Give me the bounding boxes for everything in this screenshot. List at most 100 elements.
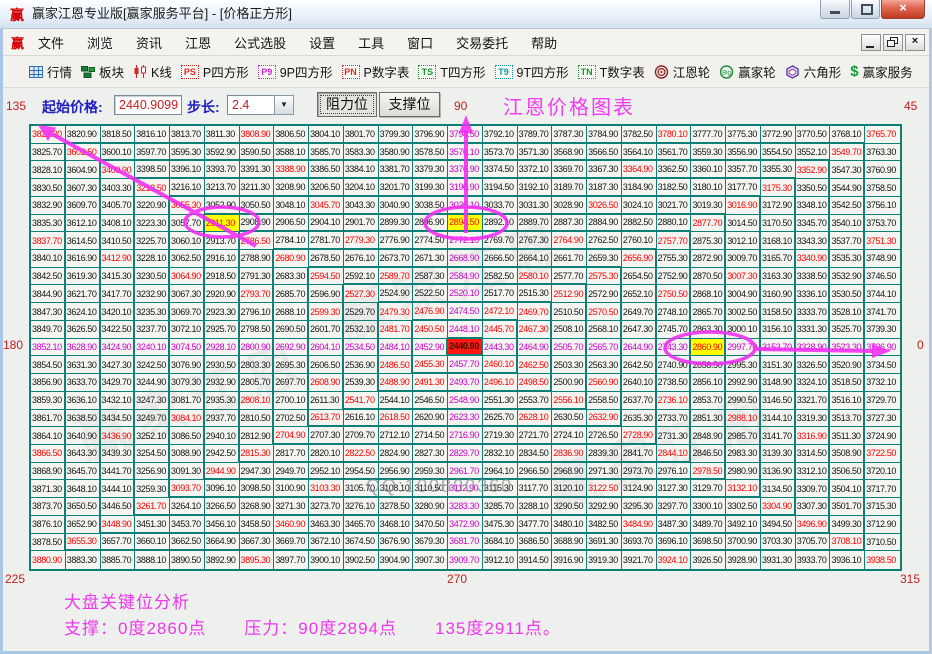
step-combobox[interactable]: 2.4 ▼ [227,95,294,115]
grid-cell: 3192.10 [518,179,553,197]
grid-cell: 3000.10 [726,321,761,339]
start-price-input[interactable]: 2440.9099 [114,95,182,115]
toolbar-item-9p-square[interactable]: P99P四方形 [258,62,333,81]
menu-item-file[interactable]: 文件 [38,33,64,52]
toolbar-item-sectors[interactable]: 板块 [81,62,124,81]
support-button[interactable]: 支撑位 [379,92,440,117]
grid-cell: 3072.10 [170,321,205,339]
grid-cell: 3153.70 [761,339,796,357]
grid-cell: 3427.30 [101,356,136,374]
toolbar-item-p-number-table[interactable]: PNP数字表 [342,62,410,81]
toolbar: 行情板块 K线 PSP四方形 P99P四方形 PNP数字表 TST四方形 T99T四方形 TN… [3,56,929,88]
grid-cell: 3487.30 [657,516,692,534]
grid-cell: 2649.70 [622,303,657,321]
grid-cell: 3633.70 [66,374,101,392]
grid-cell: 3379.30 [413,161,448,179]
grid-cell: 3885.70 [101,551,136,569]
grid-cell: 3386.50 [309,161,344,179]
grid-cell: 3232.90 [135,285,170,303]
box-p9-icon: P9 [258,65,276,79]
center-cell: 2440.90 [448,339,483,357]
grid-cell: 3902.50 [344,551,379,569]
grid-cell: 3321.70 [796,392,831,410]
toolbar-item-9t-square[interactable]: T99T四方形 [495,62,569,81]
grid-cell: 2880.10 [657,215,692,233]
mdi-minimize-button[interactable] [861,34,881,51]
grid-cell: 3933.70 [796,551,831,569]
toolbar-label-t-square: T四方形 [440,62,485,81]
grid-cell: 3744.10 [865,285,900,303]
menu-item-settings[interactable]: 设置 [309,33,335,52]
menu-item-tools[interactable]: 工具 [358,33,384,52]
grid-cell: 3792.10 [483,126,518,144]
menu-item-help[interactable]: 帮助 [531,33,557,52]
menu-item-browse[interactable]: 浏览 [87,33,113,52]
close-button[interactable]: × [881,0,925,19]
grid-cell: 3684.10 [483,534,518,552]
grid-cell: 3064.90 [170,268,205,286]
menu-item-gann[interactable]: 江恩 [185,33,211,52]
grid-cell: 3405.70 [101,197,136,215]
minimize-button[interactable] [820,0,850,19]
chevron-down-icon[interactable]: ▼ [274,95,294,115]
grid-cell: 2460.10 [483,356,518,374]
box-t9-icon: T9 [495,65,513,79]
mdi-close-button[interactable]: × [905,34,925,51]
grid-cell: 3374.50 [483,161,518,179]
grid-cell: 3724.90 [865,427,900,445]
toolbar-item-t-square[interactable]: TST四方形 [418,62,485,81]
grid-cell: 3856.90 [31,374,66,392]
grid-cell: 3100.90 [274,480,309,498]
grid-cell: 2680.90 [274,250,309,268]
toolbar-item-t-number-table[interactable]: TNT数字表 [578,62,645,81]
grid-cell: 3669.70 [274,534,309,552]
grid-cell: 3919.30 [587,551,622,569]
grid-cell: 2740.90 [657,356,692,374]
grid-cell: 3916.90 [552,551,587,569]
toolbar-label-p-square: P四方形 [203,62,249,81]
toolbar-item-kline[interactable]: K线 [133,62,172,81]
grid-cell: 2923.30 [205,303,240,321]
toolbar-item-gann-wheel[interactable]: 江恩轮 [654,62,711,81]
grid-cell: 3223.30 [135,215,170,233]
grid-cell: 2781.70 [309,232,344,250]
grid-cell: 3873.70 [31,498,66,516]
grid-cell: 3782.50 [622,126,657,144]
grid-cell: 3576.10 [448,144,483,162]
grid-cell: 3012.10 [726,232,761,250]
grid-cell: 3844.90 [31,285,66,303]
maximize-button[interactable] [851,0,880,19]
step-value[interactable]: 2.4 [227,95,274,115]
grid-cell: 3732.10 [865,374,900,392]
menu-item-trade-entrust[interactable]: 交易委托 [456,33,508,52]
menu-item-formula-stock-pick[interactable]: 公式选股 [234,33,286,52]
grid-cell: 3057.70 [170,215,205,233]
grid-cell: 3924.10 [657,551,692,569]
resistance-button[interactable]: 阻力位 [317,92,377,117]
angle-label-135: 135 [6,99,26,113]
grid-cell: 3002.50 [726,303,761,321]
toolbar-item-winner-wheel[interactable]: Big赢家轮 [719,62,776,81]
grid-cell: 3926.50 [691,551,726,569]
toolbar-item-p-square[interactable]: PSP四方形 [181,62,249,81]
grid-cell: 3093.70 [170,480,205,498]
toolbar-item-hexagon[interactable]: 六角形 [785,62,842,81]
toolbar-item-winner-service[interactable]: $赢家服务 [850,62,912,81]
grid-cell: 3530.50 [830,285,865,303]
grid-cell: 3355.30 [761,161,796,179]
grid-cell: 3631.30 [66,356,101,374]
mdi-restore-button[interactable] [883,34,903,51]
grid-cell: 3657.70 [101,534,136,552]
grid-cell: 2563.30 [587,356,622,374]
menu-item-window[interactable]: 窗口 [407,33,433,52]
grid-cell: 3381.70 [379,161,414,179]
grid-cell: 2510.50 [552,303,587,321]
highlight-cell-0: 2860.90 [691,339,726,357]
grid-cell: 3696.10 [657,534,692,552]
dollar-icon: $ [850,63,858,80]
grid-cell: 3016.90 [726,197,761,215]
menu-item-news[interactable]: 资讯 [136,33,162,52]
grid-cell: 3475.30 [483,516,518,534]
grid-cell: 3388.90 [274,161,309,179]
toolbar-item-quotes[interactable]: 行情 [29,62,72,81]
